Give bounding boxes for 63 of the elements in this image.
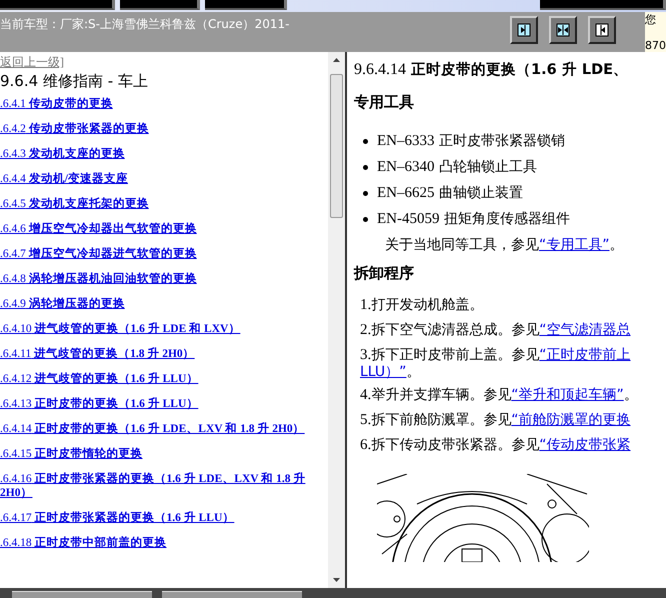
step-end: 。	[624, 387, 638, 403]
tool-item: EN–6333 正时皮带张紧器锁销	[377, 132, 565, 150]
step-end: 。	[406, 364, 420, 380]
tools-note: 关于当地同等工具，参见	[385, 237, 539, 253]
toc-link[interactable]: .6.4.8 涡轮增压器机油回油软管的更换	[0, 272, 328, 286]
toc-link[interactable]: .6.4.12 进气歧管的更换（1.6 升 LLU）	[0, 372, 328, 386]
step-link[interactable]: “举升和顶起车辆”	[511, 387, 624, 403]
toc-link[interactable]: .6.4.17 正时皮带张紧器的更换（1.6 升 LLU）	[0, 511, 328, 525]
toc-link[interactable]: .6.4.3 发动机支座的更换	[0, 147, 328, 161]
vehicle-name: 厂家:S-上海雪佛兰科鲁兹（Cruze）2011-	[60, 17, 290, 31]
tools-link[interactable]: “专用工具”	[539, 237, 610, 253]
toc-link[interactable]: .6.4.11 进气歧管的更换（1.8 升 2H0）	[0, 347, 328, 361]
step-link[interactable]: “正时皮带前上	[539, 347, 631, 363]
bullet-icon	[363, 190, 368, 196]
step-text: 4.举升并支撑车辆。参见	[360, 387, 512, 403]
step-link[interactable]: LLU）”	[360, 364, 406, 380]
step-text: 3.拆下正时皮带前上盖。参见	[360, 347, 540, 363]
toc-link[interactable]: .6.4.10 进气歧管的更换（1.6 升 LDE 和 LXV）	[0, 322, 328, 336]
procedure-heading: 拆卸程序	[354, 264, 415, 283]
expand-left-button[interactable]	[588, 16, 616, 44]
toc-link[interactable]: .6.4.6 增压空气冷却器出气软管的更换	[0, 222, 328, 236]
tool-item: EN-45059 扭矩角度传感器组件	[377, 210, 570, 228]
toc-link[interactable]: .6.4.2 传动皮带张紧器的更换	[0, 122, 328, 136]
step-link[interactable]: “空气滤清器总	[539, 322, 631, 338]
toc-link[interactable]: .6.4.18 正时皮带中部前盖的更换	[0, 536, 328, 550]
vehicle-label: 当前车型：	[0, 17, 60, 31]
step-text: 5.拆下前舱防溅罩。参见	[360, 412, 512, 428]
toc-link[interactable]: .6.4.7 增压空气冷却器进气软管的更换	[0, 247, 328, 261]
toc-link[interactable]: .6.4.1 传动皮带的更换	[0, 97, 328, 111]
step-link[interactable]: “前舱防溅罩的更换	[511, 412, 631, 428]
toc-link[interactable]: .6.4.4 发动机/变速器支座	[0, 172, 328, 186]
step-text: 2.拆下空气滤清器总成。参见	[360, 322, 540, 338]
back-link[interactable]: 返回上一级]	[0, 54, 328, 71]
toc-link[interactable]: .6.4.5 发动机支座托架的更换	[0, 197, 328, 211]
arrow-left-icon	[595, 23, 609, 37]
toolbar-button[interactable]	[205, 0, 287, 10]
step-text: 6.拆下传动皮带张紧器。参见	[360, 437, 540, 453]
toolbar-button[interactable]	[120, 0, 200, 10]
bullet-icon	[363, 216, 368, 222]
section-heading: 9.6.4 维修指南 - 车上	[0, 72, 149, 91]
arrow-right-icon	[517, 23, 531, 37]
bullet-icon	[363, 138, 368, 144]
user-code: 870	[645, 39, 666, 52]
tools-heading: 专用工具	[354, 93, 415, 112]
tool-item: EN–6625 曲轴锁止装置	[377, 184, 523, 202]
article-title: 9.6.4.14 正时皮带的更换（1.6 升 LDE、	[354, 60, 630, 79]
step-text: 1.打开发动机舱盖。	[360, 297, 484, 313]
toc-link[interactable]: .6.4.14 正时皮带的更换（1.6 升 LDE、LXV 和 1.8 升 2H0）	[0, 422, 328, 436]
bullet-icon	[363, 164, 368, 170]
toolbar-button[interactable]	[540, 0, 666, 10]
step-link[interactable]: “传动皮带张紧	[539, 437, 631, 453]
toc-link[interactable]: .6.4.9 涡轮增压器的更换	[0, 297, 328, 311]
expand-right-button[interactable]	[510, 16, 538, 44]
arrows-inward-icon	[556, 23, 570, 37]
toolbar-button[interactable]	[0, 0, 115, 10]
split-view-button[interactable]	[549, 16, 577, 44]
note-end: 。	[610, 237, 624, 253]
tool-item: EN–6340 凸轮轴锁止工具	[377, 158, 537, 176]
scrollbar-thumb[interactable]	[330, 74, 343, 218]
toc-link[interactable]: .6.4.15 正时皮带惰轮的更换	[0, 447, 328, 461]
toc-link[interactable]: .6.4.13 正时皮带的更换（1.6 升 LLU）	[0, 397, 328, 411]
toc-link[interactable]: .6.4.16 正时皮带张紧器的更换（1.6 升 LDE、LXV 和 1.8 升 2H0）	[0, 472, 328, 500]
greeting-text: 您	[645, 12, 657, 27]
